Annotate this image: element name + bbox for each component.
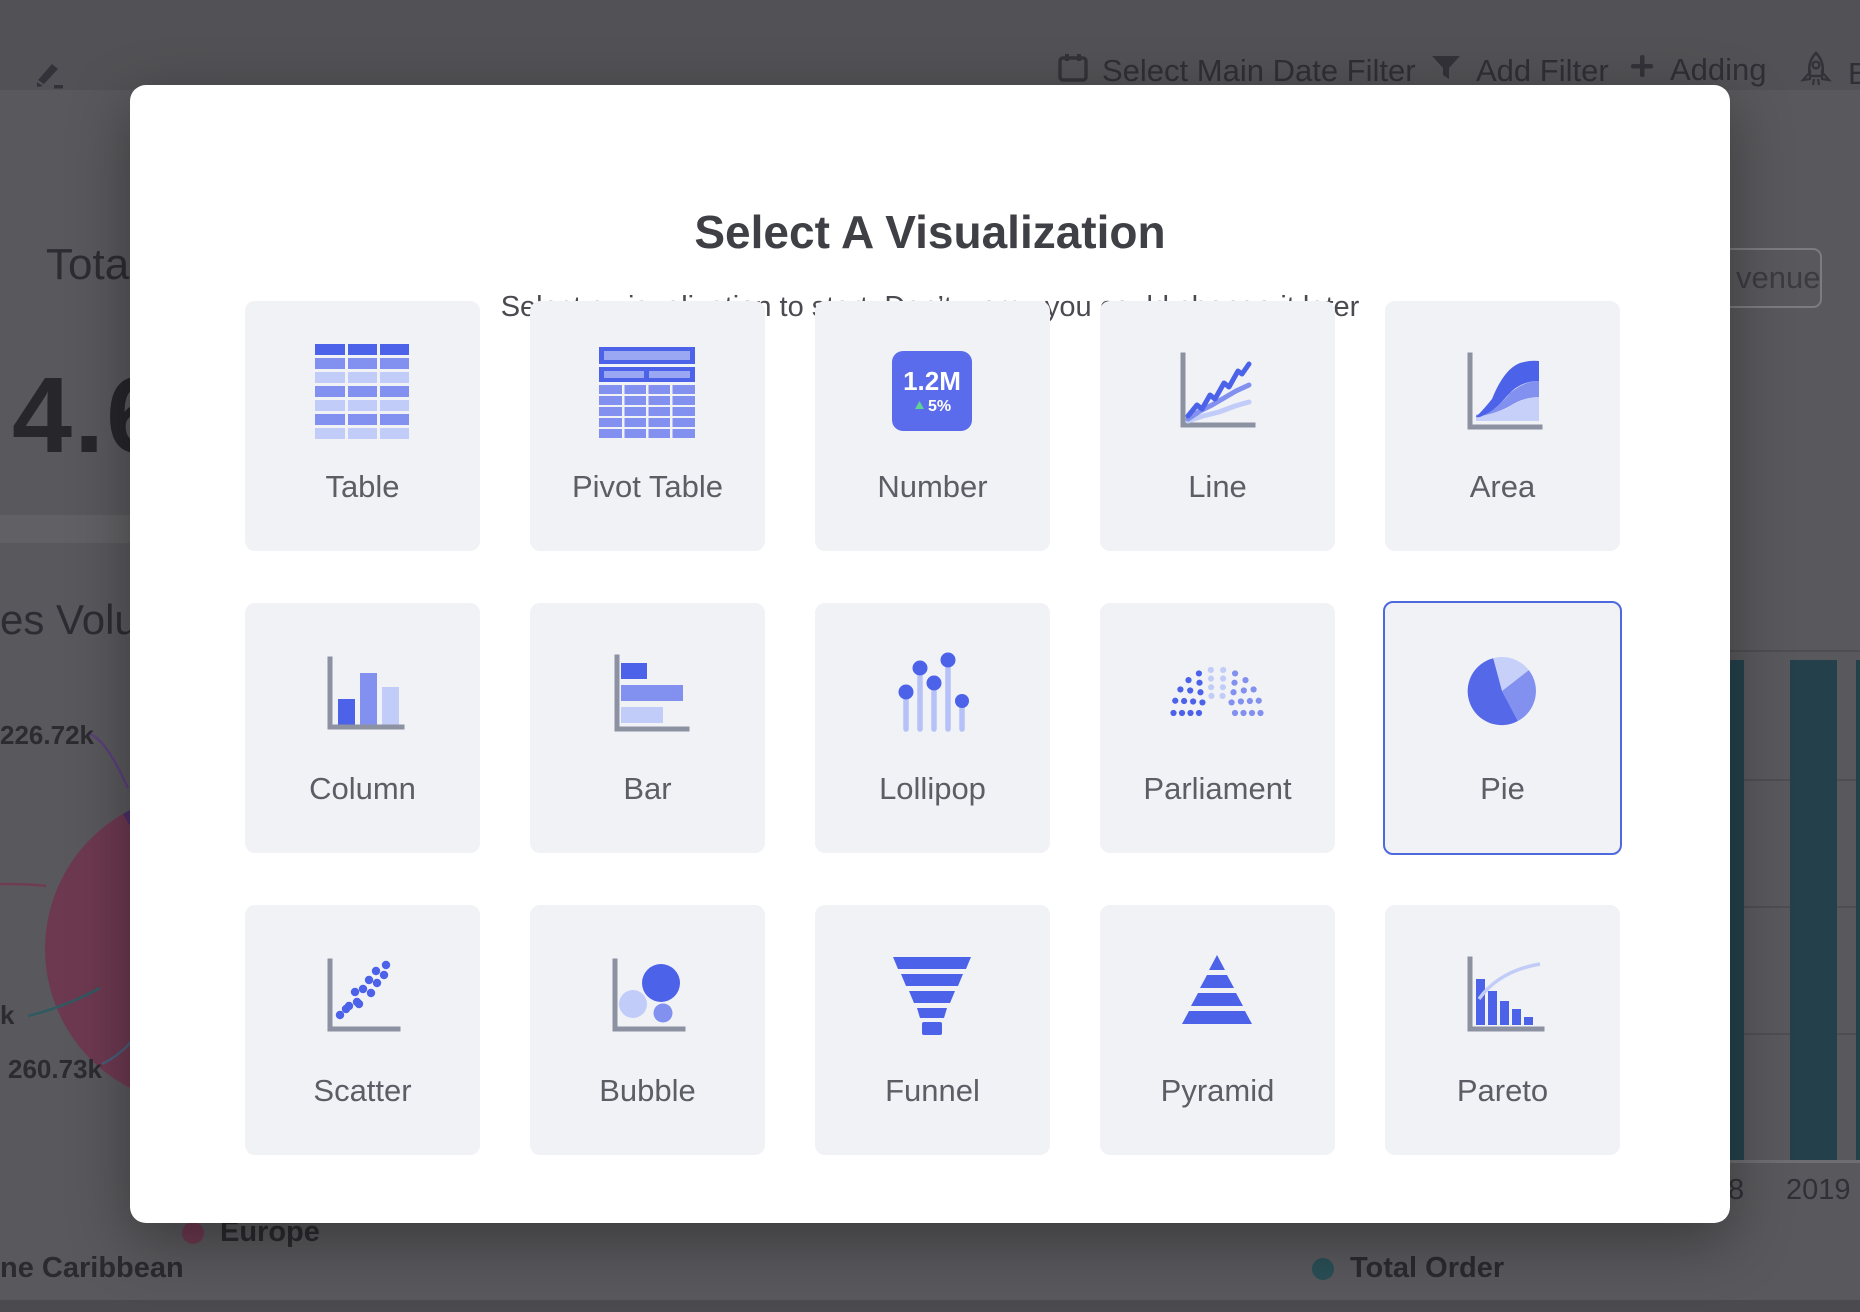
area-chart-icon: [1454, 343, 1550, 439]
pivot-table-icon: [599, 343, 695, 439]
viz-option-label: Table: [245, 469, 480, 505]
viz-option-label: Pivot Table: [530, 469, 765, 505]
pie-value-label: k: [0, 1000, 14, 1031]
left-card-title: Tota: [46, 240, 129, 290]
adding-label: Adding: [1670, 52, 1767, 88]
pie-value-label: 226.72k: [0, 720, 94, 751]
viz-option-label: Bar: [530, 771, 765, 807]
viz-option-pareto[interactable]: Pareto: [1385, 905, 1620, 1155]
viz-option-bar[interactable]: Bar: [530, 603, 765, 853]
viz-option-label: Pie: [1385, 771, 1620, 807]
bar-chart-icon: [599, 645, 695, 741]
x-tick-label: 2019: [1786, 1174, 1851, 1207]
modal-title: Select A Visualization: [130, 205, 1730, 259]
column-chart-icon: [314, 645, 410, 741]
parliament-chart-icon: [1169, 645, 1265, 741]
boost-label: B: [1848, 56, 1860, 92]
legend-item-caribbean[interactable]: ne Caribbean: [0, 1252, 184, 1285]
legend-label: ne Caribbean: [0, 1252, 184, 1285]
viz-option-pyramid[interactable]: Pyramid: [1100, 905, 1335, 1155]
revenue-label: venue: [1736, 260, 1820, 296]
legend-label: Total Order: [1350, 1252, 1504, 1285]
viz-option-pivot-table[interactable]: Pivot Table: [530, 301, 765, 551]
viz-option-funnel[interactable]: Funnel: [815, 905, 1050, 1155]
legend-dot: [182, 1222, 204, 1244]
viz-option-table[interactable]: Table: [245, 301, 480, 551]
gridline: [1726, 650, 1860, 652]
bottom-strip: [0, 1300, 1860, 1312]
svg-text:1.2M: 1.2M: [903, 366, 961, 396]
viz-option-label: Funnel: [815, 1073, 1050, 1109]
viz-option-bubble[interactable]: Bubble: [530, 905, 765, 1155]
svg-text:5%: 5%: [928, 398, 951, 415]
screen: Select Main Date Filter Add Filter Addin…: [0, 0, 1860, 1312]
x-axis: [1726, 1160, 1860, 1163]
pie-value-label: 260.73k: [8, 1054, 102, 1085]
pyramid-chart-icon: [1169, 947, 1265, 1043]
add-filter-label: Add Filter: [1476, 53, 1609, 89]
line-chart-icon: [1169, 343, 1265, 439]
viz-option-label: Number: [815, 469, 1050, 505]
number-icon: 1.2M 5%: [884, 343, 980, 439]
viz-option-label: Area: [1385, 469, 1620, 505]
bar-total-order: [1790, 660, 1837, 1160]
select-visualization-modal: Select A Visualization Select a visualiz…: [130, 85, 1730, 1223]
funnel-chart-icon: [884, 947, 980, 1043]
plus-icon: [1628, 52, 1656, 88]
legend-dot: [1312, 1258, 1334, 1280]
bubble-chart-icon: [599, 947, 695, 1043]
bar-total-order: [1856, 660, 1860, 1160]
viz-option-label: Scatter: [245, 1073, 480, 1109]
viz-option-lollipop[interactable]: Lollipop: [815, 603, 1050, 853]
main-date-filter-label: Select Main Date Filter: [1102, 53, 1416, 89]
section-title: es Volu: [0, 596, 138, 644]
viz-option-area[interactable]: Area: [1385, 301, 1620, 551]
panel-divider: [0, 515, 132, 543]
edit-pencil-icon[interactable]: [32, 56, 66, 95]
pie-chart-icon: [1454, 645, 1550, 741]
pareto-chart-icon: [1454, 947, 1550, 1043]
viz-option-label: Parliament: [1100, 771, 1335, 807]
lollipop-chart-icon: [884, 645, 980, 741]
viz-option-pie[interactable]: Pie: [1383, 601, 1622, 855]
viz-option-scatter[interactable]: Scatter: [245, 905, 480, 1155]
viz-option-label: Column: [245, 771, 480, 807]
boost-button[interactable]: B: [1798, 50, 1860, 98]
adding-button[interactable]: Adding: [1628, 52, 1767, 88]
viz-option-label: Bubble: [530, 1073, 765, 1109]
viz-option-label: Pareto: [1385, 1073, 1620, 1109]
rocket-icon: [1798, 50, 1834, 98]
viz-option-label: Lollipop: [815, 771, 1050, 807]
scatter-chart-icon: [314, 947, 410, 1043]
viz-option-label: Line: [1100, 469, 1335, 505]
table-icon: [314, 343, 410, 439]
x-tick-label: 8: [1728, 1174, 1744, 1207]
viz-option-label: Pyramid: [1100, 1073, 1335, 1109]
viz-option-number[interactable]: 1.2M 5% Number: [815, 301, 1050, 551]
viz-option-parliament[interactable]: Parliament: [1100, 603, 1335, 853]
viz-option-column[interactable]: Column: [245, 603, 480, 853]
legend-item-total-order[interactable]: Total Order: [1312, 1252, 1504, 1285]
viz-option-line[interactable]: Line: [1100, 301, 1335, 551]
